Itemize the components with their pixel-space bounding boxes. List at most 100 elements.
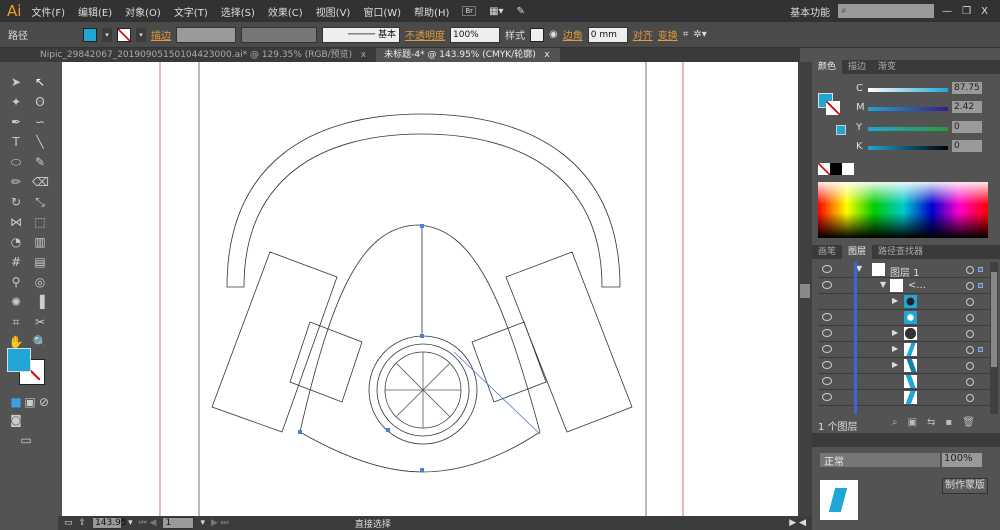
- eye-icon[interactable]: [822, 377, 832, 385]
- transparency-opacity-field[interactable]: 100%: [942, 453, 982, 467]
- screen-mode-icon[interactable]: ▭: [18, 432, 34, 448]
- layer-row[interactable]: ▶: [818, 294, 990, 310]
- menu-effect[interactable]: 效果(C): [268, 4, 303, 19]
- group-name[interactable]: <...: [908, 280, 926, 291]
- gradient-tool-icon[interactable]: ▤: [32, 254, 48, 270]
- tab-brushes[interactable]: 画笔: [812, 245, 842, 259]
- fill-dropdown[interactable]: ▾: [102, 27, 112, 42]
- eye-icon[interactable]: [822, 345, 832, 353]
- mesh-tool-icon[interactable]: #: [8, 254, 24, 270]
- menu-help[interactable]: 帮助(H): [414, 4, 449, 19]
- target-icon[interactable]: [966, 330, 974, 338]
- draw-mode-icon[interactable]: ◙: [8, 412, 24, 428]
- search-input[interactable]: ⌕: [838, 4, 935, 18]
- expand-icon[interactable]: ▶: [892, 328, 898, 337]
- magic-wand-tool-icon[interactable]: ✦: [8, 94, 24, 110]
- none-swatch[interactable]: [818, 163, 830, 175]
- cyan-slider[interactable]: [868, 88, 948, 92]
- eraser-tool-icon[interactable]: ⌫: [32, 174, 49, 190]
- layer-row[interactable]: ▼ 图层 1: [818, 262, 990, 279]
- zoom-tool-icon[interactable]: 🔍: [32, 334, 48, 350]
- opacity-field[interactable]: 100%: [450, 26, 500, 43]
- layer-row[interactable]: ▶: [818, 326, 990, 342]
- panel-stroke-swatch[interactable]: [826, 101, 840, 115]
- tab-nipic[interactable]: Nipic_29842067_20190905150104423000.ai* …: [0, 48, 376, 62]
- menu-select[interactable]: 选择(S): [221, 4, 255, 19]
- expand-icon[interactable]: ▼: [880, 280, 886, 289]
- transform-link[interactable]: 变换: [658, 27, 678, 42]
- tab-layers[interactable]: 图层: [842, 245, 873, 259]
- graph-tool-icon[interactable]: ▐: [32, 294, 48, 310]
- tab-close-icon[interactable]: x: [544, 50, 549, 60]
- page-field[interactable]: 1: [162, 517, 195, 529]
- scale-tool-icon[interactable]: ⤡: [32, 194, 48, 210]
- stroke-label[interactable]: 描边: [151, 27, 171, 42]
- make-mask-button[interactable]: 制作蒙版: [942, 478, 988, 494]
- corner-label[interactable]: 边角: [563, 27, 583, 42]
- layer-row[interactable]: ▶: [818, 342, 990, 358]
- zoom-field[interactable]: 143.95: [92, 517, 127, 529]
- selection-indicator[interactable]: [978, 267, 983, 272]
- eye-icon[interactable]: [822, 265, 832, 273]
- stroke-weight-field[interactable]: [176, 26, 236, 43]
- target-icon[interactable]: [966, 378, 974, 386]
- stroke-style-field[interactable]: ───── 基本: [322, 26, 400, 43]
- page-dropdown[interactable]: ▾: [200, 518, 205, 528]
- layer-row[interactable]: [818, 390, 990, 406]
- first-page-icon[interactable]: ⏮ ◀: [139, 518, 157, 528]
- last-page-icon[interactable]: ▶ ⏭: [211, 518, 229, 528]
- arrange-documents-icon[interactable]: ▦▾: [489, 6, 503, 17]
- menu-window[interactable]: 窗口(W): [363, 4, 401, 19]
- expand-icon[interactable]: ▶: [892, 360, 898, 369]
- black-slider[interactable]: [868, 146, 948, 150]
- target-icon[interactable]: [966, 394, 974, 402]
- pen-tool-icon[interactable]: ✒: [8, 114, 24, 130]
- selection-indicator[interactable]: [978, 347, 983, 352]
- eyedropper-tool-icon[interactable]: ⚲: [8, 274, 24, 290]
- white-swatch[interactable]: [842, 163, 854, 175]
- target-icon[interactable]: [966, 314, 974, 322]
- none-mode-icon[interactable]: ⊘: [36, 394, 52, 410]
- tab-color[interactable]: 颜色: [812, 60, 843, 74]
- target-icon[interactable]: [966, 346, 974, 354]
- opacity-label[interactable]: 不透明度: [405, 27, 445, 42]
- eye-icon[interactable]: [822, 393, 832, 401]
- tab-gradient[interactable]: 渐变: [872, 60, 902, 74]
- menu-edit[interactable]: 编辑(E): [78, 4, 112, 19]
- corner-field[interactable]: 0 mm: [587, 26, 628, 43]
- minimize-button[interactable]: —: [942, 6, 952, 17]
- direct-selection-tool-icon[interactable]: ↖: [32, 74, 48, 90]
- vertical-scrollbar[interactable]: [798, 62, 812, 516]
- artboard-tool-icon[interactable]: ⌗: [8, 314, 24, 330]
- eye-icon[interactable]: [822, 313, 832, 321]
- zoom-dropdown[interactable]: ▾: [128, 518, 133, 528]
- align-link[interactable]: 对齐: [633, 27, 653, 42]
- layers-scrollbar[interactable]: [990, 262, 998, 414]
- blend-tool-icon[interactable]: ◎: [32, 274, 48, 290]
- eye-icon[interactable]: [822, 281, 832, 289]
- target-icon[interactable]: [966, 266, 974, 274]
- black-swatch[interactable]: [830, 163, 842, 175]
- layer-row[interactable]: ▼ <...: [818, 278, 990, 294]
- share-icon[interactable]: ⇪: [79, 518, 87, 528]
- workspace-switcher[interactable]: 基本功能: [790, 4, 830, 19]
- fill-color-box[interactable]: [7, 348, 31, 372]
- recolor-icon[interactable]: ◉: [549, 29, 558, 40]
- slice-tool-icon[interactable]: ✂: [32, 314, 48, 330]
- rotate-tool-icon[interactable]: ↻: [8, 194, 24, 210]
- tab-stroke[interactable]: 描边: [842, 60, 872, 74]
- expand-icon[interactable]: ▶: [892, 296, 898, 305]
- color-spectrum[interactable]: [818, 182, 988, 238]
- stroke-swatch[interactable]: [117, 27, 131, 42]
- variable-width-field[interactable]: [241, 26, 317, 43]
- expand-icon[interactable]: ▶: [892, 344, 898, 353]
- style-swatch[interactable]: [530, 27, 544, 42]
- isolate-icon[interactable]: ⌗: [683, 29, 689, 40]
- magenta-value[interactable]: 2.42: [952, 101, 982, 113]
- magenta-slider[interactable]: [868, 107, 948, 111]
- layer-row[interactable]: [818, 374, 990, 390]
- curvature-tool-icon[interactable]: ∽: [32, 114, 48, 130]
- free-transform-tool-icon[interactable]: ⬚: [32, 214, 48, 230]
- tab-close-icon[interactable]: x: [361, 50, 366, 60]
- status-menu-icon[interactable]: ▶ ◀: [789, 518, 806, 528]
